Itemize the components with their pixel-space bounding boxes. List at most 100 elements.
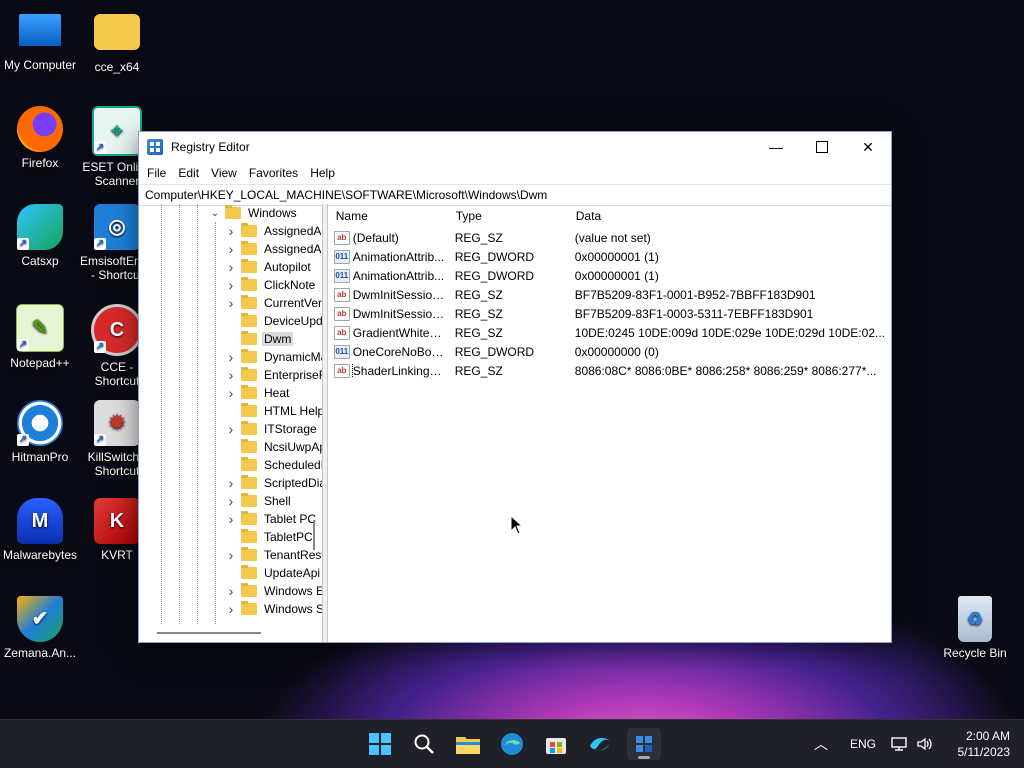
folder-icon [241,547,257,561]
string-value-icon: ab [333,230,350,245]
tree-item-label: Dwm [262,332,294,346]
close-button[interactable]: ✕ [845,132,891,162]
key-tree-pane[interactable]: ⌄ Windows ›AssignedAcce›AssignedAcce›Aut… [139,204,324,642]
registry-value-row[interactable]: ab ShaderLinkingG... REG_SZ 8086:08C* 8086:… [328,361,891,380]
tree-item[interactable]: › ITStorage [225,420,319,438]
desktop-icon-cce-x64[interactable]: cce_x64 [77,10,157,74]
tree-item[interactable]: UpdateApi [225,564,322,582]
search-button[interactable] [407,728,441,760]
column-header-data[interactable]: Data [568,209,891,223]
chevron-right-icon[interactable]: › [225,547,237,563]
taskbar-edge[interactable] [495,728,529,760]
tree-item[interactable]: Dwm [225,330,294,348]
tree-item[interactable]: ›Windows Sear [225,600,322,618]
chevron-right-icon[interactable]: › [225,421,237,437]
clock-date: 5/11/2023 [957,745,1011,759]
menu-help[interactable]: Help [304,166,341,180]
registry-value-row[interactable]: 011 AnimationAttrib... REG_DWORD 0x00000001… [328,247,891,266]
tree-item[interactable]: ›DynamicMana [225,348,322,366]
column-header-name[interactable]: Name [328,209,448,223]
desktop-icon-recycle-bin[interactable]: ♻ Recycle Bin [935,596,1015,660]
catsxp-icon: ↗ [17,204,63,250]
clock[interactable]: 2:00 AM 5/11/2023 [958,728,1011,760]
start-button[interactable] [363,728,397,760]
chevron-down-icon[interactable]: ⌄ [209,208,221,219]
value-data-cell: BF7B5209-83F1-0001-B952-7BBFF183D901 [574,287,816,302]
chevron-right-icon[interactable]: › [225,223,237,239]
chevron-right-icon[interactable]: › [225,475,237,491]
registry-value-row[interactable]: 011 AnimationAttrib... REG_DWORD 0x00000001… [328,266,891,285]
show-hidden-icons-button[interactable]: ︿ [814,720,828,768]
taskbar-microsoft-store[interactable] [539,728,573,760]
desktop-icon-label: Recycle Bin [943,646,1007,660]
registry-value-row[interactable]: ab DwmInitSession... REG_SZ BF7B5209-83F1-0… [328,285,891,304]
chevron-right-icon[interactable]: › [225,583,237,599]
tree-item[interactable]: ›AssignedAcce [225,222,322,240]
menu-favorites[interactable]: Favorites [243,166,304,180]
volume-button[interactable] [916,720,934,768]
firefox-icon [17,106,63,152]
chevron-right-icon[interactable]: › [225,277,237,293]
folder-icon [241,331,257,345]
menu-edit[interactable]: Edit [172,166,205,180]
desktop-icon-malwarebytes[interactable]: M Malwarebytes [0,498,80,562]
chevron-right-icon[interactable]: › [225,295,237,311]
maximize-button[interactable] [799,132,845,162]
minimize-button[interactable]: — [753,132,799,162]
tree-item[interactable]: › Shell [225,492,293,510]
menu-view[interactable]: View [205,166,243,180]
value-type-cell: REG_SZ [454,363,503,378]
tree-item[interactable]: ›AssignedAcce [225,240,322,258]
taskbar-file-explorer[interactable] [451,728,485,760]
desktop-icon-catsxp[interactable]: ↗ Catsxp [0,204,80,268]
tree-item[interactable]: DeviceUpdate [225,312,322,330]
registry-value-row[interactable]: ab DwmInitSession... REG_SZ BF7B5209-83F1-0… [328,304,891,323]
title-bar[interactable]: Registry Editor — ✕ [139,132,891,162]
chevron-right-icon[interactable]: › [225,241,237,257]
tree-item[interactable]: › Tablet PC [225,510,318,528]
tree-item[interactable]: ›ScriptedDiagn [225,474,322,492]
chevron-right-icon[interactable]: › [225,493,237,509]
desktop-icon-firefox[interactable]: Firefox [0,106,80,170]
desktop-icon-my-computer[interactable]: My Computer [0,10,80,72]
desktop-icon-zemana[interactable]: ✔ Zemana.An... [0,596,80,660]
column-header-type[interactable]: Type [448,209,568,223]
emsisoft-icon: ◎ ↗ [94,204,140,250]
tree-item[interactable]: › ClickNote [225,276,317,294]
registry-editor-window[interactable]: Registry Editor — ✕ File Edit View Favor… [138,131,892,643]
tree-vertical-scrollbar[interactable] [310,204,318,622]
tree-item-windows[interactable]: ⌄ Windows [209,204,299,222]
tree-item[interactable]: ›CurrentVersion [225,294,322,312]
chevron-right-icon[interactable]: › [225,367,237,383]
tree-item[interactable]: TabletPC [225,528,315,546]
tree-item[interactable]: ›Windows Error [225,582,322,600]
tree-item[interactable]: ›TenantRestrict [225,546,322,564]
tree-item[interactable]: ›EnterpriseResc [225,366,322,384]
taskbar-catsxp[interactable] [583,728,617,760]
network-button[interactable] [891,720,909,768]
tree-item[interactable]: NcsiUwpApp [225,438,322,456]
tree-item[interactable]: › Heat [225,384,291,402]
registry-value-row[interactable]: 011 OneCoreNoBoo... REG_DWORD 0x00000000 (0… [328,342,891,361]
address-bar[interactable]: Computer\HKEY_LOCAL_MACHINE\SOFTWARE\Mic… [139,184,891,206]
tree-item[interactable]: ScheduledDiag [225,456,322,474]
menu-file[interactable]: File [141,166,172,180]
input-language-indicator[interactable]: ENG [850,720,876,768]
chevron-right-icon[interactable]: › [225,349,237,365]
registry-value-row[interactable]: ab (Default) REG_SZ (value not set) [328,228,891,247]
registry-value-row[interactable]: ab GradientWhitePi... REG_SZ 10DE:0245 10DE… [328,323,891,342]
tree-item[interactable]: HTML Help [225,402,322,420]
tree-horizontal-scrollbar[interactable] [139,624,323,642]
taskbar-registry-editor[interactable] [627,728,661,760]
chevron-right-icon[interactable]: › [225,511,237,527]
desktop-icon-label: Firefox [21,156,59,170]
desktop-icon-notepadpp[interactable]: ✎ ↗ Notepad++ [0,304,80,370]
tree-item[interactable]: › Autopilot [225,258,313,276]
chevron-right-icon[interactable]: › [225,259,237,275]
desktop-icon-label: Zemana.An... [3,646,77,660]
desktop-icon-hitmanpro[interactable]: ↗ HitmanPro [0,400,80,464]
values-list-pane[interactable]: Name Type Data ab (Default) REG_SZ (value n… [326,204,891,642]
chevron-right-icon[interactable]: › [225,385,237,401]
chevron-right-icon[interactable]: › [225,601,237,617]
value-data-cell: 8086:08C* 8086:0BE* 8086:258* 8086:259* … [574,363,877,378]
